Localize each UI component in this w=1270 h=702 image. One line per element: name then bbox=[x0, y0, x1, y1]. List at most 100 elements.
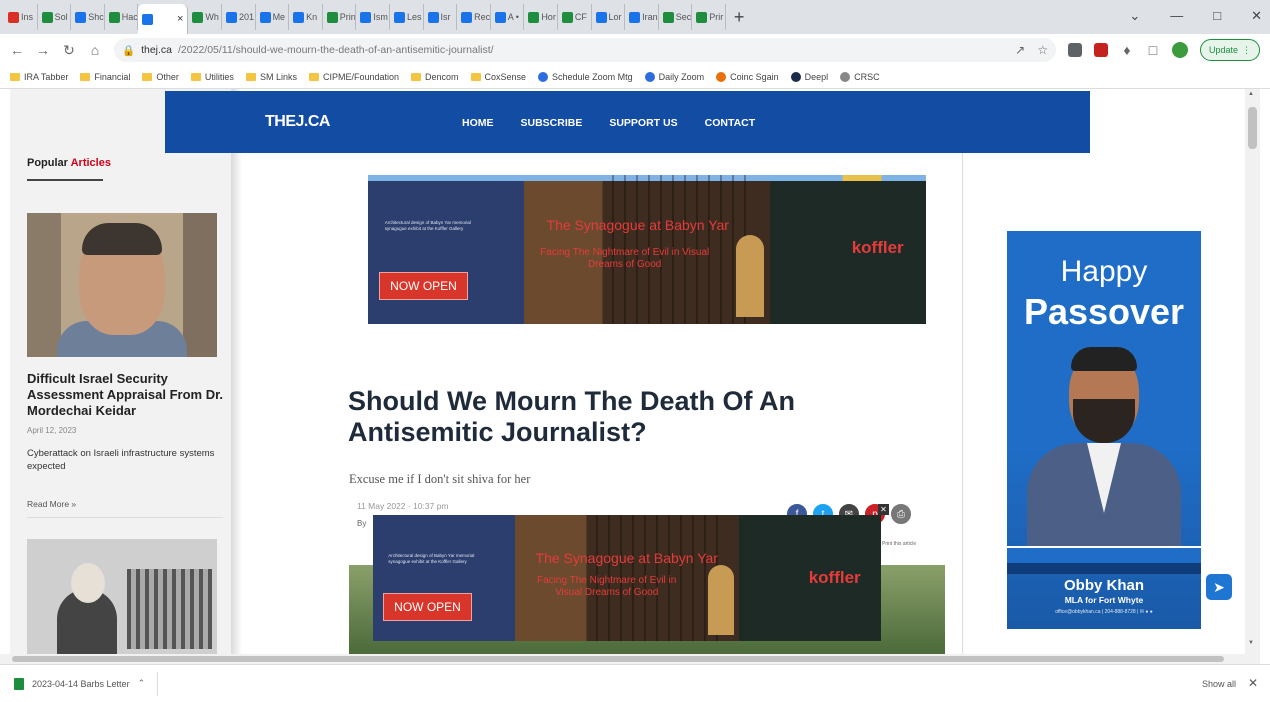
extension-icon[interactable] bbox=[1067, 43, 1082, 57]
bookmark-item[interactable]: CoxSense bbox=[470, 72, 526, 82]
folder-icon bbox=[142, 73, 153, 81]
bookmark-item[interactable]: Daily Zoom bbox=[644, 72, 704, 82]
site-favicon-icon bbox=[538, 72, 549, 82]
browser-tab[interactable]: Lor bbox=[592, 4, 626, 30]
vertical-scrollbar[interactable]: ▲ ▼ bbox=[1245, 89, 1260, 654]
bookmark-item[interactable]: CIPME/Foundation bbox=[308, 72, 399, 82]
browser-tab[interactable]: Wh bbox=[188, 4, 222, 30]
bookmark-item[interactable]: CRSC bbox=[840, 72, 880, 82]
browser-tab[interactable]: Sol bbox=[38, 4, 72, 30]
browser-tab[interactable]: Hac bbox=[105, 4, 139, 30]
sidebar-article-title[interactable]: Difficult Israel Security Assessment App… bbox=[27, 371, 227, 419]
close-shelf-icon[interactable]: ✕ bbox=[1248, 676, 1258, 690]
browser-tab[interactable]: Shc bbox=[71, 4, 105, 30]
ad-brand: koffler bbox=[851, 237, 904, 257]
close-ad-icon[interactable]: ✕ bbox=[878, 504, 889, 515]
side-panel-icon[interactable]: □ bbox=[1146, 42, 1160, 58]
browser-tab[interactable]: Me bbox=[256, 4, 290, 30]
tab-favicon-icon bbox=[8, 11, 19, 23]
sidebar: Popular Articles Difficult Israel Securi… bbox=[10, 89, 232, 654]
minimize-icon[interactable]: — bbox=[1170, 8, 1183, 24]
share-page-icon[interactable]: ↗ bbox=[1015, 43, 1025, 57]
tab-search-icon[interactable]: ⌄ bbox=[1129, 8, 1140, 24]
browser-tab[interactable]: CF bbox=[558, 4, 592, 30]
nav-link-subscribe[interactable]: SUBSCRIBE bbox=[521, 117, 583, 129]
bookmark-item[interactable]: SM Links bbox=[245, 72, 297, 82]
passover-ad[interactable]: Happy Passover Obby Khan MLA for Fort Wh… bbox=[1007, 231, 1201, 629]
scroll-up-icon[interactable]: ▲ bbox=[1248, 91, 1254, 97]
bookmark-item[interactable]: Other bbox=[142, 72, 179, 82]
browser-tab[interactable]: Iran bbox=[625, 4, 659, 30]
tab-favicon-icon bbox=[662, 11, 674, 23]
divider bbox=[27, 517, 223, 518]
tab-title: Ism bbox=[373, 12, 388, 22]
koffler-sticky-ad[interactable]: Architectural design of Babyn Yar memori… bbox=[373, 515, 881, 641]
browser-tab[interactable]: × bbox=[138, 4, 189, 34]
url-path: /2022/05/11/should-we-mourn-the-death-of… bbox=[178, 44, 494, 56]
show-all-button[interactable]: Show all bbox=[1202, 679, 1236, 689]
browser-tab[interactable]: A • bbox=[491, 4, 525, 30]
tab-favicon-icon bbox=[595, 11, 607, 23]
article-thumbnail[interactable] bbox=[27, 213, 217, 357]
ad-subline: Facing The Nightmare of Evil in Visual D… bbox=[540, 246, 710, 270]
site-logo[interactable]: THEJ.CA bbox=[265, 113, 330, 131]
browser-tab[interactable]: Sec bbox=[659, 4, 693, 30]
horizontal-scrollbar[interactable] bbox=[0, 654, 1260, 664]
sidebar-shadow bbox=[232, 89, 242, 654]
new-tab-button[interactable]: + bbox=[734, 7, 745, 28]
address-bar[interactable]: 🔒 thej.ca/2022/05/11/should-we-mourn-the… bbox=[114, 38, 1056, 62]
kebab-menu-icon: ⋮ bbox=[1242, 44, 1251, 55]
browser-tab[interactable]: Ins bbox=[4, 4, 38, 30]
forward-icon[interactable]: → bbox=[36, 42, 50, 58]
person-photo-hair bbox=[82, 223, 162, 255]
browser-tab[interactable]: Isr bbox=[424, 4, 458, 30]
bookmark-item[interactable]: Coinc Sgain bbox=[716, 72, 779, 82]
nav-link-home[interactable]: HOME bbox=[462, 117, 494, 129]
lock-icon[interactable]: 🔒 bbox=[122, 44, 135, 57]
maximize-icon[interactable]: □ bbox=[1213, 8, 1221, 24]
browser-tab[interactable]: Prir bbox=[692, 4, 726, 30]
now-open-button[interactable]: NOW OPEN bbox=[383, 592, 472, 621]
browser-tab[interactable]: Kn bbox=[289, 4, 323, 30]
nav-link-contact[interactable]: CONTACT bbox=[705, 117, 756, 129]
update-label: Update bbox=[1208, 45, 1238, 55]
back-icon[interactable]: ← bbox=[10, 42, 24, 58]
bookmark-item[interactable]: Utilities bbox=[190, 72, 234, 82]
browser-tab[interactable]: 201 bbox=[222, 4, 256, 30]
bookmark-item[interactable]: Deepl bbox=[790, 72, 828, 82]
scroll-down-icon[interactable]: ▼ bbox=[1248, 640, 1254, 646]
chevron-up-icon[interactable]: ⌃ bbox=[138, 678, 146, 689]
extension-icon[interactable] bbox=[1093, 43, 1108, 57]
reload-icon[interactable]: ↻ bbox=[62, 42, 76, 59]
tab-title: Prir bbox=[709, 12, 724, 22]
update-button[interactable]: Update ⋮ bbox=[1199, 39, 1260, 61]
download-item[interactable]: 2023-04-14 Barbs Letter ⌃ bbox=[14, 671, 159, 696]
bookmark-item[interactable]: Dencom bbox=[411, 72, 459, 82]
nav-link-support-us[interactable]: SUPPORT US bbox=[609, 117, 677, 129]
read-more-link[interactable]: Read More » bbox=[27, 499, 76, 509]
browser-tab[interactable]: Prin bbox=[323, 4, 357, 30]
browser-tab[interactable]: Hor bbox=[524, 4, 558, 30]
browser-tab[interactable]: Ism bbox=[356, 4, 390, 30]
bookmark-item[interactable]: Schedule Zoom Mtg bbox=[538, 72, 633, 82]
print-article-link[interactable]: Print this article bbox=[882, 541, 916, 547]
print-icon[interactable]: ⎙ bbox=[889, 502, 913, 526]
koffler-banner-ad[interactable]: Architectural design of Babyn Yar memori… bbox=[368, 175, 926, 324]
bookmark-item[interactable]: Financial bbox=[80, 72, 130, 82]
site-favicon-icon bbox=[644, 72, 655, 82]
rocket-icon[interactable]: ➤ bbox=[1206, 574, 1232, 600]
profile-avatar[interactable] bbox=[1171, 42, 1188, 58]
browser-tab[interactable]: Les bbox=[390, 4, 424, 30]
ad-title: Passover bbox=[1023, 291, 1185, 332]
home-icon[interactable]: ⌂ bbox=[88, 42, 102, 58]
article-thumbnail[interactable] bbox=[27, 539, 217, 654]
scrollbar-thumb[interactable] bbox=[12, 656, 1224, 662]
bookmark-item[interactable]: IRA Tabber bbox=[10, 72, 68, 82]
scrollbar-thumb[interactable] bbox=[1248, 107, 1257, 149]
puzzle-extensions-icon[interactable]: ♦ bbox=[1120, 42, 1134, 58]
bookmark-star-icon[interactable]: ☆ bbox=[1037, 43, 1048, 57]
close-window-icon[interactable]: ✕ bbox=[1251, 8, 1262, 24]
close-tab-icon[interactable]: × bbox=[177, 13, 183, 25]
browser-tab[interactable]: Rec bbox=[457, 4, 491, 30]
now-open-button[interactable]: NOW OPEN bbox=[379, 272, 468, 301]
